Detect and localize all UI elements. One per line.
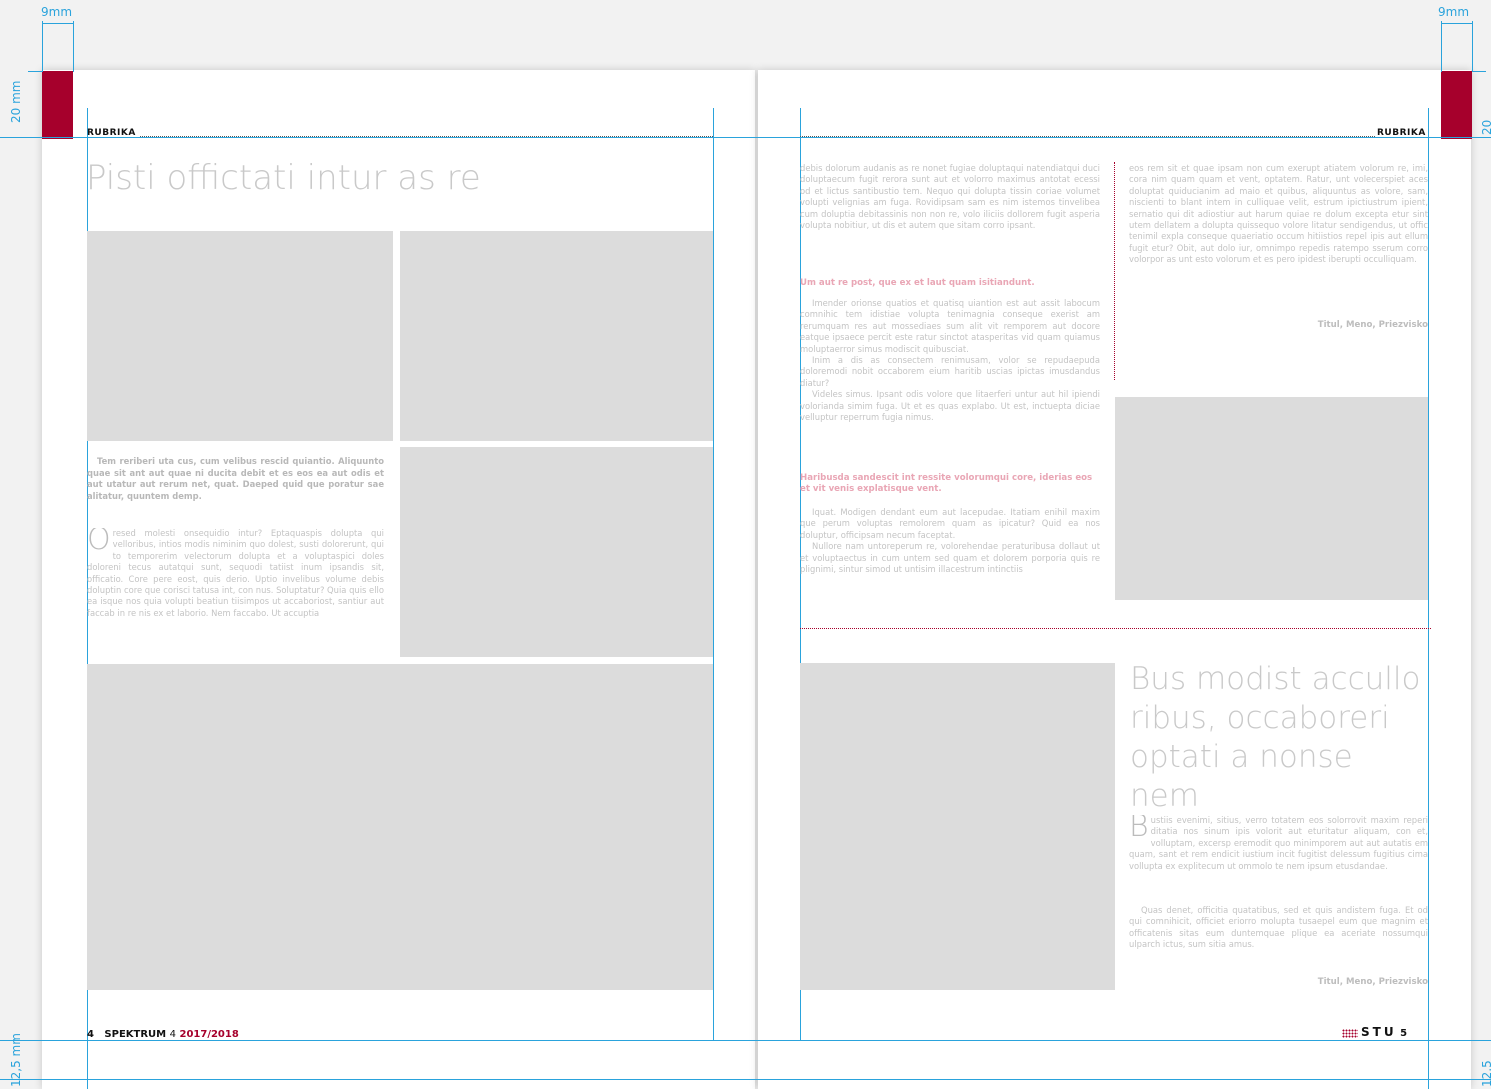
guide-bottom-1 (0, 1040, 1491, 1041)
guide-bottom-2 (0, 1079, 1491, 1080)
dim-marker-left-c (42, 23, 73, 24)
image-placeholder-4 (87, 664, 713, 990)
image-placeholder-6 (800, 663, 1115, 990)
right-col1-block2: Imender orionse quatios et quatisq uiant… (800, 298, 1100, 458)
dim-label-bottom-left: 12,5 mm (9, 1033, 23, 1087)
right-col1-p1: debis dolorum audanis as re nonet fugiae… (800, 163, 1100, 231)
signature-1: Titul, Meno, Priezvisko (1317, 320, 1428, 330)
right-col2-p1: eos rem sit et quae ipsam non cum exerup… (1129, 163, 1428, 265)
guide-right-outer (1428, 108, 1429, 1089)
signature-2: Titul, Meno, Priezvisko (1317, 977, 1428, 987)
column-divider (1114, 162, 1115, 380)
dim-label-bottom-right: 12,5 mm (1480, 1060, 1491, 1087)
section-divider (800, 628, 1431, 629)
image-placeholder-1 (87, 231, 393, 441)
right-col2-block1: eos rem sit et quae ipsam non cum exerup… (1129, 163, 1428, 305)
right-col2-block2: Bustiis evenimi, sitius, verro totatem e… (1129, 815, 1428, 889)
image-placeholder-3 (400, 447, 713, 657)
right-col1-block1: debis dolorum audanis as re nonet fugiae… (800, 163, 1100, 261)
right-page-number: 5 (1400, 1028, 1408, 1039)
left-footer: 4 SPEKTRUM 4 2017/2018 (87, 1029, 239, 1040)
right-col2-block3: Quas denet, officitia quatatibus, sed et… (1129, 905, 1428, 961)
right-col2-p3: Quas denet, officitia quatatibus, sed et… (1129, 905, 1428, 950)
left-body-text: Oresed molesti onsequidio intur? Eptaqua… (87, 528, 384, 644)
guide-left-inner (713, 108, 714, 1040)
right-col2-p2: ustiis evenimi, sitius, verro totatem eo… (1129, 815, 1428, 871)
dim-label-top-left: 9mm (41, 5, 73, 19)
issue-year: 2017/2018 (179, 1029, 239, 1040)
rubrika-left: RUBRIKA (87, 128, 136, 138)
image-placeholder-2 (400, 231, 713, 441)
dim-side-right-a (1472, 71, 1486, 72)
right-col1-p5: Iquat. Modigen dendant eum aut lacepudae… (800, 507, 1100, 540)
right-page-title: Bus modist accullo ribus, occaboreri opt… (1130, 661, 1421, 814)
image-placeholder-5 (1115, 397, 1428, 600)
left-body-paragraph: resed molesti onsequidio intur? Eptaquas… (87, 528, 384, 618)
dim-label-side-left: 20 mm (9, 80, 23, 123)
right-footer: STU 5 (1342, 1025, 1407, 1039)
right-margin-tab (1441, 71, 1472, 139)
right-subheading-2: Haribusda sandescit int ressite volorumq… (800, 473, 1093, 495)
issue-number: 4 (169, 1029, 176, 1040)
dim-label-side-right: 20 mm (1480, 119, 1491, 135)
left-page-number: 4 (87, 1029, 94, 1040)
dim-marker-right-c (1441, 23, 1472, 24)
right-col1-p3: Inim a dis as consectem renimusam, volor… (800, 355, 1100, 388)
left-margin-tab (42, 71, 73, 139)
dim-side-left-a (28, 71, 42, 72)
left-lead-text: Tem reriberi uta cus, cum velibus rescid… (87, 456, 384, 501)
dim-label-top-right: 9mm (1438, 5, 1470, 19)
right-col1-p2: Imender orionse quatios et quatisq uiant… (800, 298, 1100, 354)
dim-marker-left-a (42, 21, 43, 72)
drop-cap-right: B (1129, 815, 1149, 844)
dim-marker-right-a (1441, 21, 1442, 72)
dim-marker-right-b (1472, 21, 1473, 72)
left-page-title: Pisti offictati intur as re (86, 158, 481, 198)
rubrika-rule-left (140, 136, 713, 137)
guide-top (0, 137, 1491, 138)
rubrika-right: RUBRIKA (1377, 128, 1426, 138)
dim-marker-left-b (73, 21, 74, 72)
drop-cap-left: O (87, 528, 111, 557)
right-col1-p6: Nullore nam untoreperum re, volorehendae… (800, 541, 1100, 575)
right-col1-p4: Videles simus. Ipsant odis volore que li… (800, 389, 1100, 423)
right-subheading-1: Um aut re post, que ex et laut quam isit… (800, 278, 1035, 288)
stu-logo: STU (1361, 1025, 1397, 1039)
right-col1-block3: Iquat. Modigen dendant eum aut lacepudae… (800, 507, 1100, 592)
publication-name: SPEKTRUM (104, 1029, 167, 1040)
rubrika-rule-right (800, 136, 1375, 137)
stu-logo-dots-icon (1342, 1028, 1358, 1038)
